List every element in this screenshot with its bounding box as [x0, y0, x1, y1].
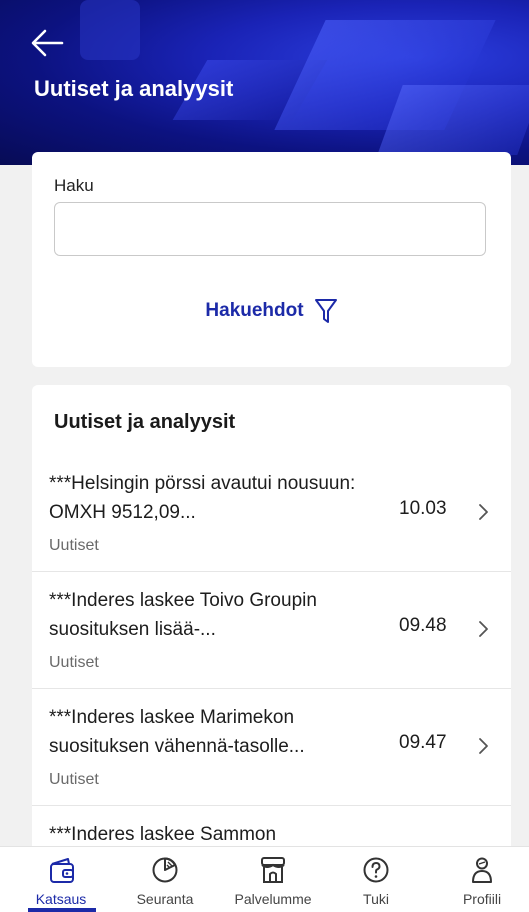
- arrow-left-icon: [31, 29, 64, 57]
- nav-item-seuranta[interactable]: Seuranta: [120, 847, 210, 912]
- bottom-navigation: Katsaus Seuranta Palvelumme Tuki Profiil…: [0, 846, 529, 912]
- news-time: 10.03: [399, 498, 447, 519]
- header-banner: Uutiset ja analyysit: [0, 0, 529, 165]
- news-item[interactable]: ***Helsingin pörssi avautui nousuun: OMX…: [32, 455, 511, 572]
- nav-label: Tuki: [363, 891, 389, 907]
- filter-button-label: Hakuehdot: [205, 300, 304, 321]
- store-icon: [261, 857, 285, 883]
- news-title: ***Inderes laskee Marimekon suosituksen …: [49, 707, 305, 757]
- nav-item-profiili[interactable]: Profiili: [446, 847, 518, 912]
- search-input[interactable]: [54, 202, 486, 256]
- banner-decoration: [377, 85, 529, 155]
- chevron-right-icon: [479, 738, 488, 754]
- news-category: Uutiset: [49, 771, 99, 788]
- news-time: 09.47: [399, 732, 447, 753]
- back-button[interactable]: [30, 28, 64, 58]
- news-item[interactable]: ***Inderes laskee Marimekon suosituksen …: [32, 689, 511, 806]
- search-card: Haku Hakuehdot: [32, 152, 511, 367]
- chevron-right-icon: [479, 504, 488, 520]
- search-label: Haku: [54, 176, 94, 195]
- nav-item-tuki[interactable]: Tuki: [340, 847, 412, 912]
- news-card: Uutiset ja analyysit ***Helsingin pörssi…: [32, 385, 511, 855]
- pie-chart-icon: [152, 857, 178, 883]
- news-time: 09.48: [399, 615, 447, 636]
- news-title: ***Inderes laskee Toivo Groupin suosituk…: [49, 590, 317, 640]
- page-title: Uutiset ja analyysit: [34, 76, 234, 101]
- question-icon: [363, 857, 389, 883]
- nav-label: Katsaus: [35, 891, 87, 907]
- filter-button[interactable]: Hakuehdot: [32, 294, 511, 328]
- chevron-right-icon: [479, 621, 488, 637]
- nav-item-palvelumme[interactable]: Palvelumme: [218, 847, 328, 912]
- person-icon: [472, 857, 492, 883]
- nav-label: Profiili: [462, 891, 502, 907]
- news-title: ***Helsingin pörssi avautui nousuun: OMX…: [49, 473, 356, 523]
- news-category: Uutiset: [49, 654, 99, 671]
- banner-decoration: [80, 0, 140, 60]
- active-tab-indicator: [28, 908, 96, 912]
- news-category: Uutiset: [49, 537, 99, 554]
- news-heading: Uutiset ja analyysit: [54, 411, 236, 433]
- funnel-icon: [314, 299, 337, 323]
- nav-item-katsaus[interactable]: Katsaus: [12, 847, 110, 912]
- nav-label: Palvelumme: [234, 891, 312, 907]
- nav-label: Seuranta: [136, 891, 194, 907]
- wallet-icon: [50, 858, 74, 883]
- news-list: ***Helsingin pörssi avautui nousuun: OMX…: [32, 455, 511, 855]
- news-title: ***Inderes laskee Sammon: [49, 824, 277, 845]
- news-item[interactable]: ***Inderes laskee Toivo Groupin suosituk…: [32, 572, 511, 689]
